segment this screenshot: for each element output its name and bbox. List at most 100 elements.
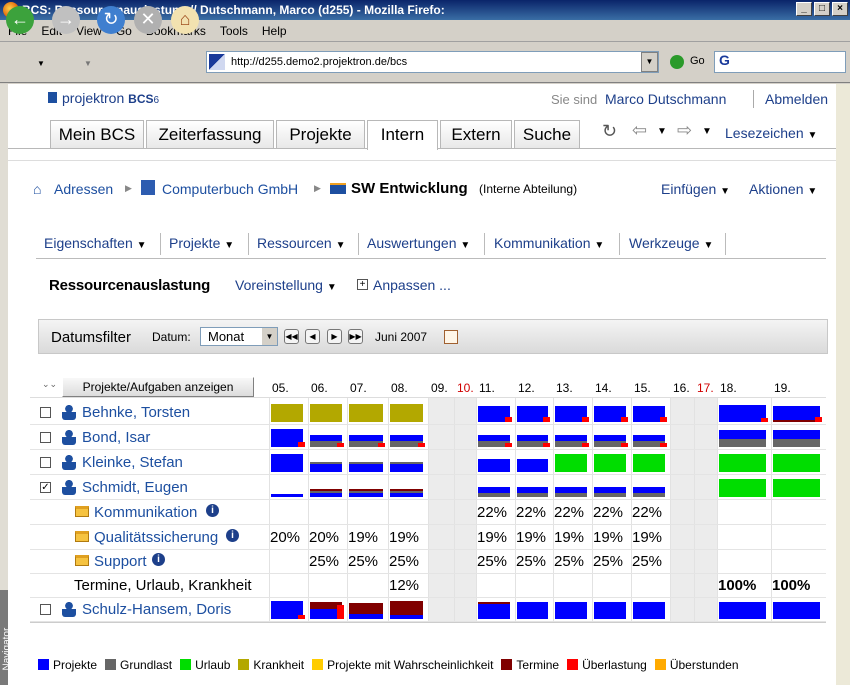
load-bar — [517, 602, 548, 619]
person-icon — [62, 404, 76, 420]
other-row-label: Termine, Urlaub, Krankheit — [74, 577, 252, 594]
day-header: 13. — [556, 381, 573, 395]
percent-cell: 25% — [516, 553, 547, 570]
legend: Projekte Grundlast Urlaub Krankheit Projekte… — [38, 657, 747, 672]
percent-cell: 22% — [477, 504, 508, 521]
person-name[interactable]: Bond, Isar — [82, 429, 150, 446]
weekend-column — [429, 398, 454, 622]
percent-cell: 25% — [389, 553, 420, 570]
load-bar — [555, 493, 587, 497]
legend-swatch — [38, 658, 49, 670]
info-icon[interactable]: i — [152, 553, 165, 566]
percent-cell: 19% — [593, 529, 624, 546]
overload-bar — [337, 605, 344, 619]
load-bar — [555, 435, 587, 441]
legend-label: Überlastung — [582, 657, 647, 672]
row-checkbox[interactable] — [40, 407, 51, 418]
load-bar — [633, 487, 665, 493]
load-bar — [719, 439, 766, 447]
row-separator — [30, 474, 826, 475]
percent-cell: 100% — [718, 577, 757, 594]
day-header: 16. — [673, 381, 690, 395]
legend-item: Urlaub — [180, 658, 230, 672]
load-bar — [555, 602, 587, 619]
task-name[interactable]: Kommunikation — [94, 504, 197, 521]
legend-label: Projekte — [53, 657, 98, 672]
day-header: 15. — [634, 381, 651, 395]
row-checkbox[interactable] — [40, 432, 51, 443]
legend-label: Grundlast — [120, 657, 173, 672]
column-separator — [592, 372, 593, 622]
row-separator — [30, 573, 826, 574]
overload-bar — [621, 417, 628, 422]
row-checkbox[interactable]: ✓ — [40, 482, 51, 493]
load-bar — [349, 462, 383, 464]
load-bar — [517, 493, 548, 497]
load-bar — [719, 430, 766, 439]
percent-cell: 25% — [593, 553, 624, 570]
row-separator — [30, 549, 826, 550]
load-bar — [478, 459, 510, 472]
legend-item: Grundlast — [105, 658, 172, 672]
person-name[interactable]: Kleinke, Stefan — [82, 454, 183, 471]
legend-item: Projekte mit Wahrscheinlichkeit — [312, 658, 493, 672]
expand-all-icon[interactable]: ⌄⌄ — [42, 380, 57, 395]
day-header: 07. — [350, 381, 367, 395]
percent-cell: 100% — [772, 577, 811, 594]
person-name[interactable]: Schmidt, Eugen — [82, 479, 188, 496]
show-projects-button[interactable]: Projekte/Aufgaben anzeigen — [62, 377, 254, 397]
legend-separator — [30, 622, 826, 623]
info-icon[interactable]: i — [206, 504, 219, 517]
overload-bar — [543, 443, 550, 447]
row-checkbox[interactable] — [40, 457, 51, 468]
day-header: 12. — [518, 381, 535, 395]
load-bar — [478, 493, 510, 497]
load-bar — [310, 493, 342, 497]
row-separator — [30, 424, 826, 425]
overload-bar — [298, 615, 305, 619]
legend-swatch — [501, 658, 513, 670]
info-icon[interactable]: i — [226, 529, 239, 542]
load-bar — [390, 493, 423, 497]
overload-bar — [543, 417, 550, 422]
legend-item: Überlastung — [567, 658, 647, 672]
load-bar — [349, 464, 383, 472]
load-bar — [633, 602, 665, 619]
person-icon — [62, 454, 76, 470]
percent-cell: 25% — [477, 553, 508, 570]
row-checkbox[interactable] — [40, 604, 51, 615]
load-bar — [310, 491, 342, 493]
percent-cell: 25% — [554, 553, 585, 570]
percent-cell: 22% — [593, 504, 624, 521]
day-header: 08. — [391, 381, 408, 395]
day-header: 18. — [720, 381, 737, 395]
percent-cell: 22% — [516, 504, 547, 521]
load-bar — [271, 404, 303, 422]
load-bar — [517, 435, 548, 441]
percent-cell: 19% — [554, 529, 585, 546]
task-name[interactable]: Qualitätssicherung — [94, 529, 218, 546]
overload-bar — [337, 443, 344, 447]
legend-item: Projekte — [38, 658, 97, 672]
task-name[interactable]: Support — [94, 553, 147, 570]
column-separator — [515, 372, 516, 622]
person-name[interactable]: Behnke, Torsten — [82, 404, 190, 421]
load-bar — [349, 603, 383, 614]
person-name[interactable]: Schulz-Hansem, Doris — [82, 601, 231, 618]
load-bar — [390, 615, 423, 619]
legend-swatch — [567, 658, 579, 670]
weekend-column — [671, 398, 694, 622]
load-bar — [478, 487, 510, 493]
legend-item: Überstunden — [654, 657, 739, 672]
load-bar — [310, 404, 342, 422]
legend-label: Überstunden — [669, 657, 739, 672]
column-separator — [631, 372, 632, 622]
legend-swatch — [654, 658, 666, 670]
percent-cell: 20% — [309, 529, 340, 546]
load-bar — [390, 404, 423, 422]
load-bar — [773, 439, 820, 447]
percent-cell: 19% — [389, 529, 420, 546]
percent-cell: 19% — [516, 529, 547, 546]
load-bar — [349, 491, 383, 493]
overload-bar — [505, 417, 512, 422]
